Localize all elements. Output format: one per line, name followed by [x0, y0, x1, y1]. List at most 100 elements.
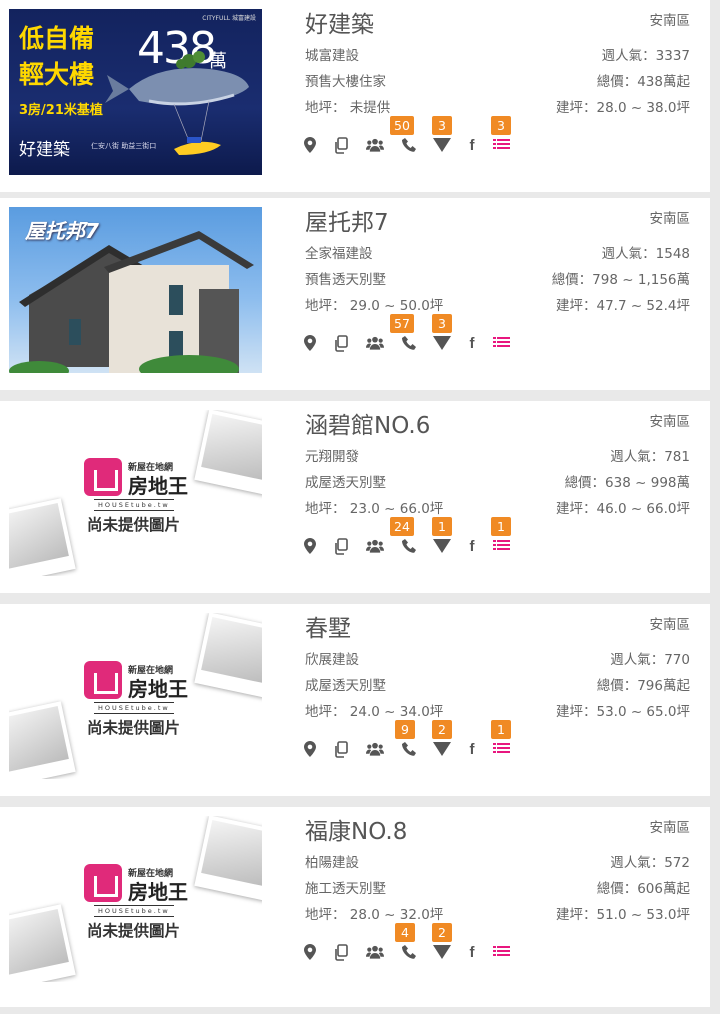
listing-title[interactable]: 屋托邦7	[305, 203, 389, 237]
listing-thumbnail-placeholder[interactable]: 新屋在地網 房地王 HOUSEtube.tw 尚未提供圖片	[9, 816, 262, 982]
facebook-icon[interactable]: f	[463, 334, 481, 352]
listing-card[interactable]: 低自備 輕大樓 3房/21米基植 438 萬 CITYFULL 城富建設 好建築…	[0, 0, 710, 192]
listing-actions: 50 3 f 3	[304, 116, 515, 154]
phone-icon[interactable]: 4	[395, 923, 418, 961]
list-icon[interactable]: 1	[491, 720, 511, 758]
map-pin-icon[interactable]	[301, 136, 319, 154]
listing-builder: 全家福建設	[305, 246, 373, 262]
ad-brand: 好建築	[19, 140, 70, 160]
map-count-badge: 2	[432, 923, 452, 942]
listing-title[interactable]: 春墅	[305, 609, 351, 643]
listing-popularity: 週人氣：770	[610, 652, 690, 668]
no-image-text: 尚未提供圖片	[87, 922, 181, 940]
listing-builder: 欣展建設	[305, 652, 359, 668]
map-count-badge: 2	[432, 720, 452, 739]
listing-price: 總價：798 ~ 1,156萬	[551, 272, 690, 288]
listing-popularity: 週人氣：781	[610, 449, 690, 465]
users-icon[interactable]	[366, 334, 384, 352]
listing-builder: 元翔開發	[305, 449, 359, 465]
listing-land-area: 地坪： 24.0 ~ 34.0坪	[305, 704, 444, 720]
compare-icon[interactable]	[332, 740, 350, 758]
location-arrow-icon[interactable]: 2	[432, 923, 452, 961]
listing-area: 安南區	[649, 211, 691, 227]
location-arrow-icon[interactable]: 3	[432, 314, 452, 352]
listing-area: 安南區	[649, 617, 691, 633]
listing-type: 施工透天別墅	[305, 881, 386, 897]
listing-type: 成屋透天別墅	[305, 678, 386, 694]
listing-price: 總價：438萬起	[596, 74, 690, 90]
listing-thumbnail[interactable]: 低自備 輕大樓 3房/21米基植 438 萬 CITYFULL 城富建設 好建築…	[9, 9, 262, 175]
location-arrow-icon[interactable]: 3	[432, 116, 452, 154]
listing-build-area: 建坪：28.0 ~ 38.0坪	[555, 100, 690, 116]
map-pin-icon[interactable]	[301, 740, 319, 758]
list-count-badge: 3	[491, 116, 511, 135]
facebook-icon[interactable]: f	[463, 740, 481, 758]
phone-count-badge: 57	[390, 314, 414, 333]
listing-card[interactable]: 新屋在地網 房地王 HOUSEtube.tw 尚未提供圖片 福康NO.8 安南區…	[0, 807, 710, 1007]
list-icon[interactable]	[492, 334, 510, 352]
compare-icon[interactable]	[332, 136, 350, 154]
listing-price: 總價：638 ~ 998萬	[564, 475, 690, 491]
listing-card[interactable]: 屋托邦7 屋托邦7 安南區 全家福建設 預售透天別墅 地坪： 29.0 ~ 50…	[0, 198, 710, 390]
compare-icon[interactable]	[332, 943, 350, 961]
listing-build-area: 建坪：46.0 ~ 66.0坪	[555, 501, 690, 517]
listing-land-area: 地坪： 未提供	[305, 100, 391, 116]
phone-count-badge: 50	[390, 116, 414, 135]
listing-popularity: 週人氣：572	[610, 855, 690, 871]
users-icon[interactable]	[366, 136, 384, 154]
listing-actions: 4 2 f	[304, 923, 515, 961]
facebook-icon[interactable]: f	[463, 537, 481, 555]
phone-icon[interactable]: 9	[395, 720, 418, 758]
map-count-badge: 1	[432, 517, 452, 536]
placeholder-photo-frame	[9, 701, 76, 779]
listing-build-area: 建坪：51.0 ~ 53.0坪	[555, 907, 690, 923]
thumb-logo: 屋托邦7	[25, 219, 99, 243]
listing-card[interactable]: 新屋在地網 房地王 HOUSEtube.tw 尚未提供圖片 春墅 安南區 欣展建…	[0, 604, 710, 796]
location-arrow-icon[interactable]: 2	[432, 720, 452, 758]
map-pin-icon[interactable]	[301, 537, 319, 555]
phone-icon[interactable]: 50	[390, 116, 418, 154]
list-icon[interactable]	[492, 943, 510, 961]
no-image-text: 尚未提供圖片	[87, 719, 181, 737]
users-icon[interactable]	[366, 943, 384, 961]
listing-title[interactable]: 涵碧館NO.6	[305, 406, 430, 440]
listing-price: 總價：796萬起	[596, 678, 690, 694]
facebook-icon[interactable]: f	[463, 943, 481, 961]
phone-count-badge: 9	[395, 720, 415, 739]
listing-title[interactable]: 福康NO.8	[305, 812, 407, 846]
location-arrow-icon[interactable]: 1	[432, 517, 452, 555]
listing-build-area: 建坪：47.7 ~ 52.4坪	[555, 298, 690, 314]
users-icon[interactable]	[366, 537, 384, 555]
phone-icon[interactable]: 24	[390, 517, 418, 555]
map-count-badge: 3	[432, 314, 452, 333]
listing-thumbnail-placeholder[interactable]: 新屋在地網 房地王 HOUSEtube.tw 尚未提供圖片	[9, 613, 262, 779]
users-icon[interactable]	[366, 740, 384, 758]
compare-icon[interactable]	[332, 537, 350, 555]
listing-land-area: 地坪： 23.0 ~ 66.0坪	[305, 501, 444, 517]
listing-thumbnail[interactable]: 屋托邦7	[9, 207, 262, 373]
listing-builder: 柏陽建設	[305, 855, 359, 871]
listing-title[interactable]: 好建築	[305, 5, 374, 39]
placeholder-photo-frame	[194, 816, 262, 901]
facebook-icon[interactable]: f	[463, 136, 481, 154]
listing-card[interactable]: 新屋在地網 房地王 HOUSEtube.tw 尚未提供圖片 涵碧館NO.6 安南…	[0, 401, 710, 593]
listing-type: 預售透天別墅	[305, 272, 386, 288]
phone-icon[interactable]: 57	[390, 314, 418, 352]
map-pin-icon[interactable]	[301, 943, 319, 961]
listing-type: 預售大樓住家	[305, 74, 386, 90]
listing-actions: 57 3 f	[304, 314, 515, 352]
listing-thumbnail-placeholder[interactable]: 新屋在地網 房地王 HOUSEtube.tw 尚未提供圖片	[9, 410, 262, 576]
list-count-badge: 1	[491, 720, 511, 739]
listing-actions: 9 2 f 1	[304, 720, 515, 758]
map-pin-icon[interactable]	[301, 334, 319, 352]
listing-popularity: 週人氣：1548	[601, 246, 690, 262]
list-icon[interactable]: 1	[491, 517, 511, 555]
no-image-text: 尚未提供圖片	[87, 516, 181, 534]
listing-area: 安南區	[649, 820, 691, 836]
placeholder-photo-frame	[194, 410, 262, 495]
listing-popularity: 週人氣：3337	[601, 48, 690, 64]
placeholder-photo-frame	[9, 498, 76, 576]
compare-icon[interactable]	[332, 334, 350, 352]
phone-count-badge: 4	[395, 923, 415, 942]
list-icon[interactable]: 3	[491, 116, 511, 154]
